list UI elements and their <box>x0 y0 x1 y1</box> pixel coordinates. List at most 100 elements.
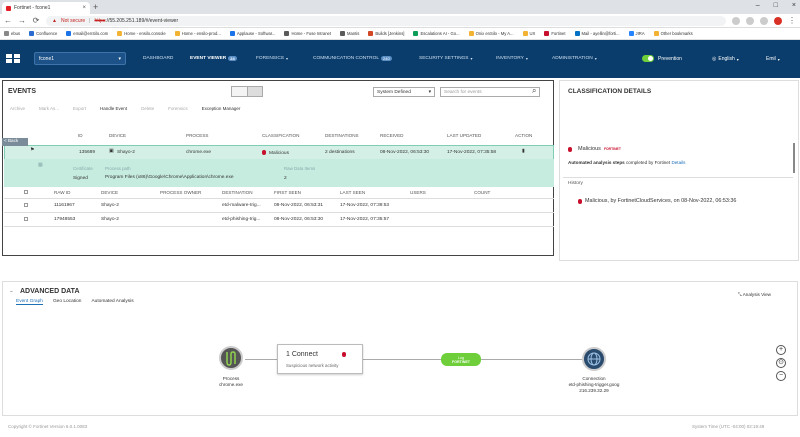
row-checkbox[interactable] <box>24 203 28 207</box>
nav-inventory[interactable]: INVENTORY ▾ <box>496 56 528 61</box>
event-process: chrome.exe <box>186 150 212 155</box>
archive-button[interactable]: Archive <box>10 106 25 111</box>
maximize-icon[interactable]: □ <box>774 2 778 9</box>
bookmark-item[interactable]: Home - Fuse Intranet <box>284 31 331 36</box>
tab-geo-location[interactable]: Geo Location <box>53 299 82 305</box>
mark-as-button[interactable]: Mark As... <box>39 106 59 111</box>
chevron-down-icon: ▾ <box>736 56 739 62</box>
nav-forensics[interactable]: FORENSICS ▾ <box>256 56 288 61</box>
profile-avatar[interactable] <box>774 16 782 25</box>
bookmark-item[interactable]: Mail - ayellin@forti... <box>574 31 620 36</box>
forward-arrow-icon[interactable]: → <box>18 16 26 25</box>
nav-event-viewer[interactable]: EVENT VIEWER 24 <box>190 56 237 61</box>
back-arrow-icon[interactable]: ← <box>4 16 12 25</box>
action-icon[interactable]: ▮ <box>522 149 525 154</box>
connection-node[interactable] <box>582 347 606 371</box>
collapse-icon[interactable]: − <box>10 289 13 295</box>
tab-automated-analysis[interactable]: Automated Analysis <box>91 299 133 305</box>
tenant-selector[interactable]: fcone1 ▾ <box>34 52 126 65</box>
column-header-destinations[interactable]: DESTINATIONS <box>325 133 359 138</box>
zoom-out-icon[interactable]: − <box>776 371 786 381</box>
flag-icon[interactable]: ⚑ <box>30 148 34 153</box>
bookmark-item[interactable]: Builds [Jenkins] <box>368 31 404 36</box>
filter-select[interactable]: System Defined ▾ <box>373 87 435 97</box>
sub-column-device[interactable]: DEVICE <box>101 190 118 195</box>
close-icon[interactable]: × <box>82 5 86 11</box>
connect-node[interactable]: 1 Connect Suspicious network activity <box>277 344 363 374</box>
select-all-checkbox[interactable] <box>24 190 28 194</box>
bookmark-item[interactable]: Fortinet <box>544 31 566 36</box>
expand-icon[interactable]: ▦ <box>38 163 43 168</box>
bookmark-icon <box>284 31 290 36</box>
reload-icon[interactable]: ⟳ <box>32 16 40 25</box>
process-node[interactable] <box>219 346 243 370</box>
column-header-last-updated[interactable]: LAST UPDATED <box>447 133 481 138</box>
handle-event-button[interactable]: Handle Event <box>100 106 127 111</box>
bookmark-item[interactable]: UX <box>522 31 535 36</box>
scrollbar[interactable] <box>793 143 795 173</box>
export-button[interactable]: Export <box>73 106 86 111</box>
column-header-received[interactable]: RECEIVED <box>380 133 404 138</box>
sub-column-destination[interactable]: DESTINATION <box>222 190 253 195</box>
nav-administration[interactable]: ADMINISTRATION ▾ <box>552 56 597 61</box>
new-tab-icon[interactable]: + <box>93 2 98 12</box>
back-button[interactable]: < Back <box>2 138 28 146</box>
bookmark-item[interactable]: Onix enSilo - My A... <box>468 31 514 36</box>
bookmark-item[interactable]: Escalations AI - Go... <box>413 31 460 36</box>
sub-column-raw-id[interactable]: RAW ID <box>54 190 70 195</box>
sub-column-first-seen[interactable]: FIRST SEEN <box>274 190 301 195</box>
zoom-fit-icon[interactable]: ⊙ <box>776 358 786 368</box>
list-view-icon[interactable] <box>232 87 248 96</box>
user-menu[interactable]: Emil ▾ <box>766 56 780 62</box>
bookmark-item[interactable]: Mantis <box>340 31 359 36</box>
nav-dashboard[interactable]: DASHBOARD <box>143 56 173 61</box>
url-field[interactable]: ▲ Not secure | https://55.205.251.189/#/… <box>46 15 726 26</box>
bookmark-item[interactable]: ebus <box>4 31 20 36</box>
search-icon[interactable]: ⌕ <box>532 86 536 96</box>
bookmark-item[interactable]: Home - ensilo.console <box>117 31 166 36</box>
details-link[interactable]: Details <box>671 160 685 165</box>
analysis-view-button[interactable]: ⤡ Analysis View <box>738 292 771 297</box>
bookmark-item[interactable]: Home - ensilo-prod... <box>174 31 221 36</box>
nav-security-settings[interactable]: SECURITY SETTINGS ▾ <box>419 56 473 61</box>
forensics-button[interactable]: Forensics <box>168 106 188 111</box>
column-header-device[interactable]: DEVICE <box>109 133 126 138</box>
extension-icon[interactable] <box>760 16 768 25</box>
chevron-down-icon: ▾ <box>594 56 597 61</box>
extension-icon[interactable] <box>746 16 754 25</box>
grid-view-icon[interactable] <box>247 87 262 96</box>
row-checkbox[interactable] <box>24 217 28 221</box>
sub-column-last-seen[interactable]: LAST SEEN <box>340 190 365 195</box>
tab-event-graph[interactable]: Event Graph <box>16 299 43 305</box>
mode-label: Prevention <box>658 56 682 62</box>
event-destinations[interactable]: 2 destinations <box>325 150 355 155</box>
bookmark-item[interactable]: Confluence <box>29 31 57 36</box>
nav-communication-control[interactable]: COMMUNICATION CONTROL 240 <box>313 56 392 61</box>
zoom-in-icon[interactable]: + <box>776 345 786 355</box>
delete-button[interactable]: Delete <box>141 106 154 111</box>
extension-icon[interactable] <box>732 16 740 25</box>
bookmark-item[interactable]: Applause - Softwar... <box>229 31 275 36</box>
bookmark-item[interactable]: JIRA <box>628 31 645 36</box>
more-menu-icon[interactable]: ⋮ <box>788 16 796 25</box>
minimize-icon[interactable]: – <box>756 2 760 9</box>
column-header-id[interactable]: ID <box>78 133 83 138</box>
exception-manager-button[interactable]: Exception Manager <box>202 106 241 111</box>
column-header-classification[interactable]: CLASSIFICATION <box>262 133 299 138</box>
column-header-action[interactable]: ACTION <box>515 133 532 138</box>
sub-column-process-owner[interactable]: PROCESS OWNER <box>160 190 201 195</box>
close-window-icon[interactable]: × <box>792 2 796 9</box>
view-toggle[interactable] <box>231 86 263 97</box>
log-node[interactable]: Log FORTINET <box>441 353 481 366</box>
bookmark-item[interactable]: Other bookmarks <box>653 31 693 36</box>
browser-tab[interactable]: Fortinet - fcone1 × <box>2 2 90 14</box>
bookmark-item[interactable]: email@enSilo.com <box>66 31 108 36</box>
prevention-toggle[interactable] <box>642 55 654 62</box>
sub-column-users[interactable]: USERS <box>410 190 426 195</box>
fortinet-logo-icon[interactable] <box>6 54 20 63</box>
language-selector[interactable]: ◎ English ▾ <box>712 56 739 62</box>
search-input[interactable]: Search for events <box>440 87 540 97</box>
column-header-process[interactable]: PROCESS <box>186 133 208 138</box>
sub-column-count[interactable]: COUNT <box>474 190 490 195</box>
bookmark-icon <box>117 31 123 36</box>
